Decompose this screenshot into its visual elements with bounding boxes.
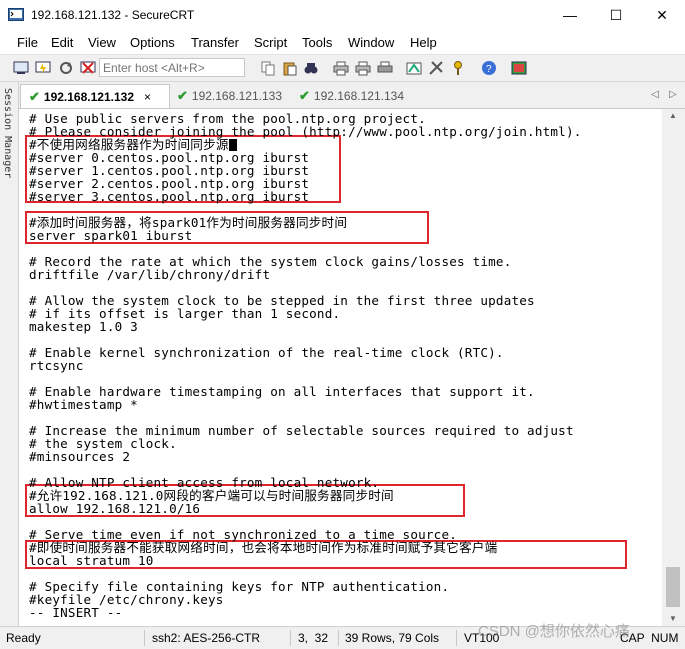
terminal-line: server spark01 iburst [29, 228, 193, 243]
print-icon[interactable] [332, 59, 349, 76]
vertical-scrollbar[interactable]: ▲ ▼ [662, 109, 685, 626]
status-cursor-position: 3, 32 [298, 631, 329, 645]
close-button[interactable]: ✕ [639, 0, 685, 30]
enter-host-input[interactable] [99, 58, 245, 77]
tab-label: 192.168.121.132 [43, 89, 134, 104]
terminal-line: local stratum 10 [29, 553, 154, 568]
menu-options[interactable]: Options [130, 35, 175, 50]
menu-view[interactable]: View [88, 35, 116, 50]
copy-icon[interactable] [259, 59, 276, 76]
tab-scroll-right-icon[interactable]: ▷ [669, 89, 677, 100]
tab-bar: ✔ 192.168.121.132 × ✔ 192.168.121.133 ✔ … [19, 82, 685, 109]
paste-icon[interactable] [281, 59, 298, 76]
terminal-line: #hwtimestamp * [29, 397, 138, 412]
title-bar[interactable]: 192.168.121.132 - SecureCRT — ☐ ✕ [0, 0, 685, 30]
reconnect-icon[interactable] [57, 59, 74, 76]
status-ready: Ready [6, 631, 41, 645]
session-options-icon[interactable] [405, 59, 422, 76]
terminal-line: #server 3.centos.pool.ntp.org iburst [29, 189, 310, 204]
connected-check-icon: ✔ [29, 88, 40, 104]
tab-session-132[interactable]: ✔ 192.168.121.132 × [20, 84, 170, 108]
terminal-line: #minsources 2 [29, 449, 131, 464]
minimize-button[interactable]: — [547, 0, 593, 30]
status-divider [290, 630, 291, 646]
status-terminal-size: 39 Rows, 79 Cols [345, 631, 440, 645]
global-options-icon[interactable] [427, 59, 444, 76]
window-title: 192.168.121.132 - SecureCRT [31, 8, 195, 22]
close-icon: ✕ [656, 6, 668, 23]
minimize-icon: — [563, 7, 577, 23]
menu-transfer[interactable]: Transfer [191, 35, 239, 50]
tab-session-134[interactable]: ✔ 192.168.121.134 [293, 84, 418, 108]
toolbar: ? [0, 54, 685, 82]
session-manager-panel[interactable]: Session Manager [0, 82, 19, 626]
status-divider [144, 630, 145, 646]
sftp-icon[interactable] [510, 59, 527, 76]
print-selection-icon[interactable] [354, 59, 371, 76]
menu-file[interactable]: File [17, 35, 38, 50]
scroll-up-arrow-icon[interactable]: ▲ [669, 111, 677, 120]
printer-setup-icon[interactable] [376, 59, 393, 76]
menu-script[interactable]: Script [254, 35, 287, 50]
disconnect-icon[interactable] [79, 59, 96, 76]
tab-session-133[interactable]: ✔ 192.168.121.133 [171, 84, 291, 108]
maximize-button[interactable]: ☐ [593, 0, 639, 30]
keymap-icon[interactable] [449, 59, 466, 76]
tab-label: 192.168.121.134 [313, 89, 404, 103]
tab-close-icon[interactable]: × [144, 90, 151, 104]
terminal-line: # Enable kernel synchronization of the r… [29, 345, 504, 360]
csdn-watermark: CSDN @想你依然心痛 [478, 623, 630, 640]
terminal-screen[interactable]: # Use public servers from the pool.ntp.o… [19, 109, 662, 626]
help-icon[interactable]: ? [480, 59, 497, 76]
menu-tools[interactable]: Tools [302, 35, 332, 50]
connected-check-icon: ✔ [177, 88, 188, 103]
securecrt-app-icon [8, 8, 24, 21]
connect-icon[interactable] [12, 59, 29, 76]
status-divider [456, 630, 457, 646]
svg-text:?: ? [486, 64, 492, 75]
terminal-line: rtcsync [29, 358, 84, 373]
status-protocol: ssh2: AES-256-CTR [152, 631, 261, 645]
terminal-line: driftfile /var/lib/chrony/drift [29, 267, 271, 282]
menu-help[interactable]: Help [410, 35, 437, 50]
tab-scroll-left-icon[interactable]: ◁ [651, 89, 659, 100]
terminal-line: allow 192.168.121.0/16 [29, 501, 201, 516]
find-icon[interactable] [302, 59, 319, 76]
tab-label: 192.168.121.133 [191, 89, 282, 103]
quick-connect-icon[interactable] [34, 59, 51, 76]
scroll-down-arrow-icon[interactable]: ▼ [669, 614, 677, 623]
connected-check-icon: ✔ [299, 88, 310, 103]
status-divider [338, 630, 339, 646]
menu-window[interactable]: Window [348, 35, 394, 50]
maximize-icon: ☐ [609, 6, 623, 23]
terminal-line: makestep 1.0 3 [29, 319, 138, 334]
menu-edit[interactable]: Edit [51, 35, 73, 50]
terminal-line: -- INSERT -- [29, 605, 123, 620]
session-manager-label: Session Manager [2, 88, 13, 179]
menu-bar: File Edit View Options Transfer Script T… [0, 31, 685, 53]
scrollbar-thumb[interactable] [666, 567, 680, 607]
